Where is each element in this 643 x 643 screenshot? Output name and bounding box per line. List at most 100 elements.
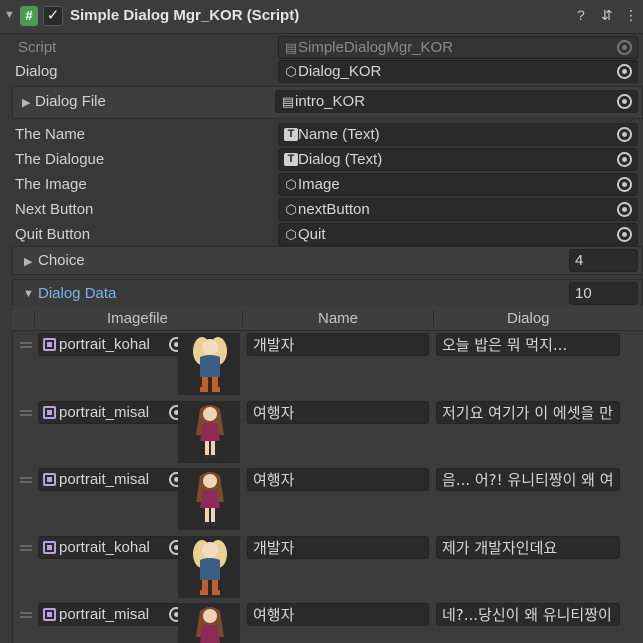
help-icon[interactable]: ? [577, 7, 585, 23]
quit-button-value: Quit [298, 226, 326, 243]
script-label: Script [18, 39, 57, 56]
text-component-icon: T [284, 153, 298, 166]
dialog-field[interactable]: 오늘 밥은 뭐 먹지... [436, 333, 620, 356]
object-picker-icon[interactable] [617, 127, 632, 142]
drag-handle-icon[interactable] [20, 342, 32, 348]
name-field[interactable]: 여행자 [247, 468, 429, 491]
text-component-icon: T [284, 128, 298, 141]
drag-handle-icon[interactable] [20, 545, 32, 551]
imagefile-field[interactable]: portrait_kohal [38, 333, 188, 356]
object-picker-icon[interactable] [617, 64, 632, 79]
dialog-field[interactable]: ⬡ Dialog_KOR [278, 60, 638, 83]
the-name-label: The Name [15, 126, 86, 143]
script-file-icon: ▤ [284, 40, 298, 55]
the-dialogue-label: The Dialogue [15, 151, 105, 168]
column-separator [34, 310, 35, 327]
the-dialogue-field[interactable]: T Dialog (Text) [278, 148, 638, 171]
name-field[interactable]: 여행자 [247, 603, 429, 626]
list-item: portrait_misal 여행자 음... 어?! 유니티짱이 왜 여 [12, 468, 643, 532]
foldout-arrow-icon[interactable]: ▶ [22, 96, 30, 109]
imagefile-value: portrait_misal [59, 606, 150, 623]
the-name-row: The Name T Name (Text) [0, 123, 643, 148]
sprite-icon [43, 608, 56, 621]
drag-handle-icon[interactable] [20, 612, 32, 618]
list-item: portrait_kohal 개발자 제가 개발자인데요 [12, 536, 643, 600]
list-item: portrait_misal 여행자 저기요 여기가 이 에셋을 만 [12, 401, 643, 465]
portrait-thumbnail [178, 333, 240, 395]
portrait-thumbnail [178, 401, 240, 463]
sprite-icon [43, 406, 56, 419]
script-value: SimpleDialogMgr_KOR [298, 39, 454, 56]
dialog-file-field[interactable]: ▤ intro_KOR [275, 90, 638, 113]
text-asset-icon: ▤ [281, 94, 295, 109]
name-field[interactable]: 여행자 [247, 401, 429, 424]
cube-icon: ⬡ [285, 227, 297, 242]
the-image-value: Image [298, 176, 340, 193]
foldout-arrow-icon[interactable]: ▼ [4, 9, 16, 21]
list-item: portrait_kohal 개발자 오늘 밥은 뭐 먹지... [12, 333, 643, 397]
choice-count-field[interactable]: 4 [569, 249, 638, 272]
imagefile-value: portrait_misal [59, 471, 150, 488]
object-picker-icon[interactable] [617, 94, 632, 109]
name-field[interactable]: 개발자 [247, 333, 429, 356]
dialog-data-count-field[interactable]: 10 [569, 282, 638, 305]
the-dialogue-row: The Dialogue T Dialog (Text) [0, 148, 643, 173]
next-button-label: Next Button [15, 201, 94, 218]
the-name-value: Name (Text) [298, 126, 380, 143]
list-item: portrait_misal 여행자 네?...당신이 왜 유니티짱이 [12, 603, 643, 643]
drag-handle-icon[interactable] [20, 410, 32, 416]
imagefile-value: portrait_kohal [59, 539, 150, 556]
the-image-row: The Image ⬡ Image [0, 173, 643, 198]
column-imagefile[interactable]: Imagefile [107, 310, 168, 327]
presets-icon[interactable]: ⇵ [601, 7, 613, 24]
sprite-icon [43, 338, 56, 351]
dialog-field[interactable]: 네?...당신이 왜 유니티짱이 [436, 603, 620, 626]
portrait-thumbnail [178, 536, 240, 598]
foldout-arrow-icon[interactable]: ▶ [24, 255, 32, 268]
next-button-field[interactable]: ⬡ nextButton [278, 198, 638, 221]
dialog-field[interactable]: 저기요 여기가 이 에셋을 만 [436, 401, 620, 424]
column-header: Imagefile Name Dialog [12, 306, 643, 331]
imagefile-value: portrait_kohal [59, 336, 150, 353]
object-picker-icon[interactable] [617, 227, 632, 242]
object-picker-icon[interactable] [617, 202, 632, 217]
component-title: Simple Dialog Mgr_KOR (Script) [70, 7, 300, 24]
column-separator [242, 310, 243, 327]
choice-label[interactable]: Choice [38, 252, 85, 269]
imagefile-field[interactable]: portrait_misal [38, 468, 188, 491]
object-picker-icon[interactable] [617, 177, 632, 192]
object-picker-icon [617, 40, 632, 55]
dialog-value: Dialog_KOR [298, 63, 382, 80]
script-field: ▤ SimpleDialogMgr_KOR [278, 36, 638, 59]
dialog-field[interactable]: 음... 어?! 유니티짱이 왜 여 [436, 468, 620, 491]
imagefile-field[interactable]: portrait_misal [38, 603, 188, 626]
dialog-file-value: intro_KOR [295, 93, 366, 110]
object-picker-icon[interactable] [617, 152, 632, 167]
quit-button-row: Quit Button ⬡ Quit [0, 223, 643, 248]
imagefile-field[interactable]: portrait_misal [38, 401, 188, 424]
csharp-script-icon: # [20, 6, 38, 26]
foldout-expanded-arrow-icon[interactable]: ▼ [23, 288, 34, 300]
next-button-value: nextButton [298, 201, 370, 218]
imagefile-field[interactable]: portrait_kohal [38, 536, 188, 559]
column-dialog[interactable]: Dialog [507, 310, 550, 327]
portrait-thumbnail [178, 603, 240, 643]
name-field[interactable]: 개발자 [247, 536, 429, 559]
sprite-icon [43, 473, 56, 486]
more-options-icon[interactable]: ⋮ [624, 7, 638, 24]
cube-icon: ⬡ [285, 202, 297, 217]
enabled-checkbox[interactable]: ✓ [43, 6, 63, 26]
dialog-field[interactable]: 제가 개발자인데요 [436, 536, 620, 559]
dialog-data-label[interactable]: Dialog Data [38, 285, 116, 302]
choice-row: ▶ Choice 4 [0, 249, 643, 274]
the-image-field[interactable]: ⬡ Image [278, 173, 638, 196]
imagefile-value: portrait_misal [59, 404, 150, 421]
dialog-file-label[interactable]: Dialog File [35, 93, 106, 110]
the-name-field[interactable]: T Name (Text) [278, 123, 638, 146]
quit-button-label: Quit Button [15, 226, 91, 243]
quit-button-field[interactable]: ⬡ Quit [278, 223, 638, 246]
column-separator [433, 310, 434, 327]
drag-handle-icon[interactable] [20, 477, 32, 483]
script-row: Script ▤ SimpleDialogMgr_KOR [0, 36, 643, 61]
column-name[interactable]: Name [318, 310, 358, 327]
